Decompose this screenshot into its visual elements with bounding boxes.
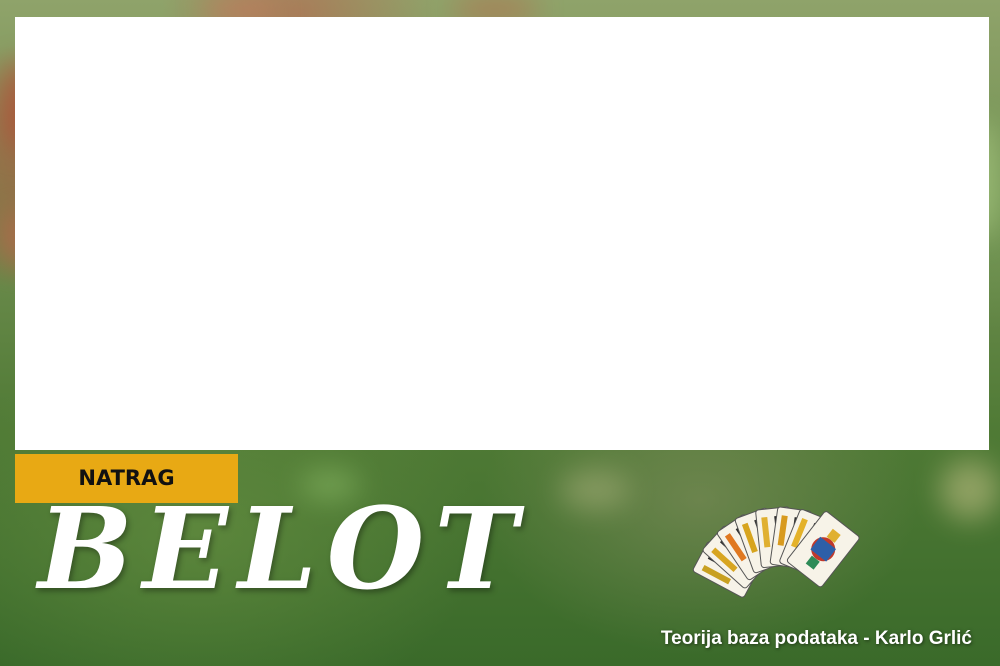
playing-cards-fan-icon — [686, 495, 886, 615]
page-title: BELOT — [38, 484, 528, 615]
embedded-content-frame — [15, 17, 989, 450]
author-credit: Teorija baza podataka - Karlo Grlić — [660, 628, 972, 649]
